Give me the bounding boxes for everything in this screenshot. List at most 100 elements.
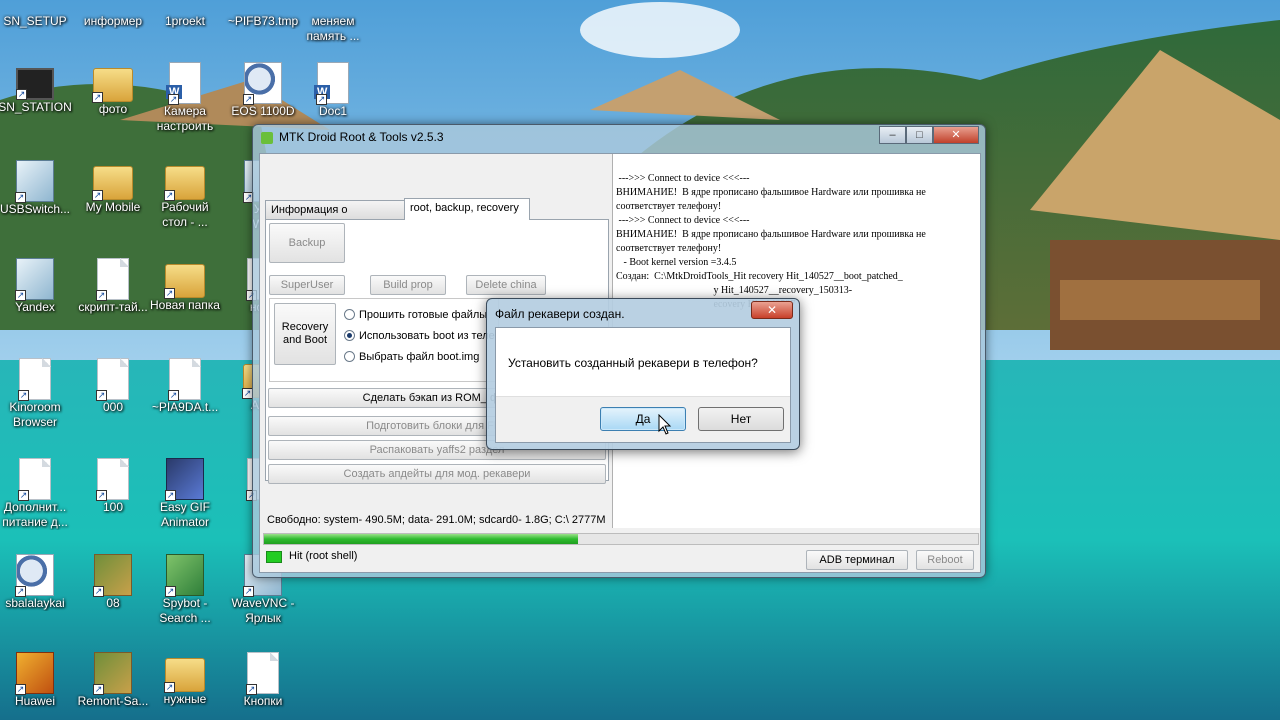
log-line: y Hit_140527__recovery_150313- — [616, 285, 853, 296]
shortcut-arrow-icon: ↗ — [96, 490, 107, 501]
desktop-icon[interactable]: ↗ 100 — [74, 458, 152, 515]
superuser-button[interactable]: SuperUser — [269, 275, 345, 295]
desktop-icon-label: меняем память ... — [306, 14, 360, 43]
desktop-icon-label: 1proekt — [164, 14, 206, 28]
folder-icon: ↗ — [164, 264, 205, 299]
exe-icon: ↗ — [15, 160, 54, 203]
radio-choose-boot-img[interactable]: Выбрать файл boot.img — [344, 351, 479, 363]
desktop-icon-label: Yandex — [15, 300, 55, 314]
reboot-button[interactable]: Reboot — [916, 550, 974, 570]
desktop-icon[interactable]: меняем память ... — [294, 0, 372, 44]
desktop-icon[interactable]: ↗ ~PIA9DA.t... — [146, 358, 224, 415]
file-icon: ↗ — [18, 358, 51, 401]
desktop-icon[interactable]: ↗Doc1 — [294, 62, 372, 119]
desktop-icon[interactable]: ↗ скрипт-тай... — [74, 258, 152, 315]
desktop-icon[interactable]: ↗ Remont-Sa... — [74, 652, 152, 709]
log-line: --->>> Connect to device <<<--- — [616, 173, 750, 184]
desktop-icon[interactable]: ↗ Кнопки — [224, 652, 302, 709]
shortcut-arrow-icon: ↗ — [243, 94, 254, 105]
desktop-icon[interactable]: ↗ USBSwitch... — [0, 160, 74, 217]
root-shell-indicator-icon — [266, 551, 282, 563]
shortcut-arrow-icon: ↗ — [165, 586, 176, 597]
yes-button[interactable]: Да — [600, 407, 686, 431]
desktop-icon[interactable]: ↗ 08 — [74, 554, 152, 611]
shortcut-arrow-icon: ↗ — [15, 684, 26, 695]
file-icon: ↗ — [96, 358, 129, 401]
recovery-boot-group: Recovery and Boot Прошить готовые файлы … — [269, 298, 499, 382]
desktop-icon[interactable]: ↗ Kinoroom Browser — [0, 358, 74, 430]
desktop-icon-label: Doc1 — [318, 104, 347, 118]
desktop-icon[interactable]: ↗ Рабочий стол - ... — [146, 160, 224, 230]
shortcut-arrow-icon: ↗ — [243, 586, 254, 597]
progress-bar — [263, 533, 979, 545]
shortcut-arrow-icon: ↗ — [18, 490, 29, 501]
dialog-close-button[interactable]: ✕ — [751, 301, 793, 319]
desktop-icon[interactable]: ↗ Easy GIF Animator — [146, 458, 224, 530]
tab-root-backup-recovery[interactable]: root, backup, recovery — [404, 198, 530, 220]
mouse-pointer-icon — [658, 414, 672, 435]
tab-phone-info[interactable]: Информация о телефоне — [265, 200, 405, 234]
build-prop-button[interactable]: Build prop — [370, 275, 446, 295]
desktop-icon[interactable]: ↗ SN_STATION — [0, 62, 74, 115]
file-icon: ↗ — [246, 652, 279, 695]
radio-flash-ready-files[interactable]: Прошить готовые файлы — [344, 309, 487, 321]
shortcut-arrow-icon: ↗ — [93, 684, 104, 695]
desktop-icon-label: My Mobile — [85, 200, 141, 214]
desktop-icon[interactable]: ↗ Spybot - Search ... — [146, 554, 224, 626]
desktop-icon[interactable]: ↗ фото — [74, 62, 152, 117]
desktop-icon-label: Spybot - Search ... — [159, 596, 211, 625]
radio-label: Выбрать файл boot.img — [359, 351, 480, 363]
no-button[interactable]: Нет — [698, 407, 784, 431]
radio-label: Использовать boot из теле — [359, 330, 495, 342]
desktop-icon[interactable]: ↗ Дополнит... питание д... — [0, 458, 74, 530]
desktop-icon[interactable]: 1proekt — [146, 0, 224, 29]
delete-china-button[interactable]: Delete china — [466, 275, 546, 295]
shortcut-arrow-icon: ↗ — [96, 290, 107, 301]
desktop-icon[interactable]: SN_SETUP — [0, 0, 74, 29]
maximize-button[interactable]: □ — [906, 126, 933, 144]
desktop-icon-label: EOS 1100D — [231, 104, 295, 118]
desktop-icon[interactable]: ↗ нужные — [146, 652, 224, 707]
desktop-icon[interactable]: информер — [74, 0, 152, 29]
exe-icon: ↗ — [15, 258, 54, 301]
desktop-icon[interactable]: ↗ 000 — [74, 358, 152, 415]
minimize-button[interactable]: – — [879, 126, 906, 144]
blue-icon: ↗ — [165, 458, 204, 501]
shortcut-arrow-icon: ↗ — [16, 89, 27, 100]
desktop-icon[interactable]: ~PIFB73.tmp — [224, 0, 302, 29]
dialog-title: Файл рекавери создан. — [495, 307, 625, 321]
desktop-icon[interactable]: ↗ EOS 1100D — [224, 62, 302, 119]
shortcut-arrow-icon: ↗ — [15, 192, 26, 203]
desktop-icon-label: 08 — [106, 596, 120, 610]
root-shell-label: Hit (root shell) — [289, 550, 358, 562]
shortcut-arrow-icon: ↗ — [164, 682, 175, 693]
desktop-icon-label: Новая папка — [150, 298, 220, 312]
recovery-and-boot-button[interactable]: Recovery and Boot — [274, 303, 336, 365]
desktop-icon[interactable]: ↗ sbalalaykai — [0, 554, 74, 611]
desktop-icon[interactable]: ↗ Huawei — [0, 652, 74, 709]
desktop-icon[interactable]: ↗ My Mobile — [74, 160, 152, 215]
backup-button[interactable]: Backup — [269, 223, 345, 263]
adb-terminal-button[interactable]: ADB терминал — [806, 550, 908, 570]
create-updates-button[interactable]: Создать апдейты для мод. рекавери — [268, 464, 606, 484]
radio-use-boot-from-phone[interactable]: Использовать boot из теле — [344, 330, 495, 342]
desktop-icon-label: информер — [83, 14, 143, 28]
desktop-icon-label: нужные — [163, 692, 207, 706]
shortcut-arrow-icon: ↗ — [316, 94, 327, 105]
desktop-icon[interactable]: ↗ Yandex — [0, 258, 74, 315]
shortcut-arrow-icon: ↗ — [165, 490, 176, 501]
shortcut-arrow-icon: ↗ — [164, 288, 175, 299]
monitor-icon: ↗ — [16, 68, 54, 100]
folder-icon: ↗ — [164, 658, 205, 693]
folder-icon: ↗ — [92, 68, 133, 103]
desktop-icon-label: USBSwitch... — [0, 202, 71, 216]
folder-icon: ↗ — [92, 166, 133, 201]
desktop-icon-label: Кнопки — [243, 694, 283, 708]
shortcut-arrow-icon: ↗ — [164, 190, 175, 201]
desktop-icon[interactable]: ↗Камера настроить — [146, 62, 224, 134]
shortcut-arrow-icon: ↗ — [92, 190, 103, 201]
close-button[interactable]: ✕ — [933, 126, 979, 144]
file-icon: ↗ — [96, 458, 129, 501]
photo-icon: ↗ — [93, 554, 132, 597]
desktop-icon[interactable]: ↗ Новая папка — [146, 258, 224, 313]
